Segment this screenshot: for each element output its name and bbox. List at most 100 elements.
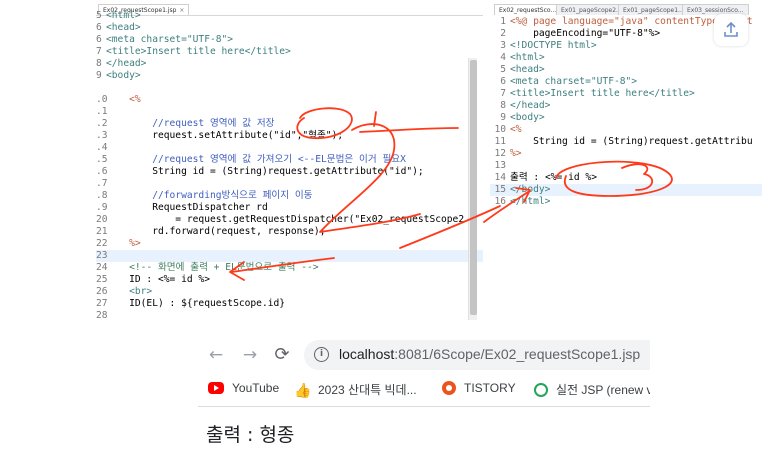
code-line[interactable]: 26 <br> [96,286,483,298]
code-line[interactable]: 8 </head> [96,58,483,70]
code-line[interactable]: 11 String id = (String)request.getAttrib… [490,136,762,148]
line-code: <html> [106,10,141,21]
code-line[interactable]: 28 [96,310,483,320]
line-number: 7 [96,46,102,57]
line-number: 3 [500,40,506,51]
code-line[interactable]: 21 rd.forward(request, response); [96,226,483,238]
forward-arrow-icon[interactable]: → [240,345,260,365]
line-number: .7 [96,178,108,189]
code-line[interactable]: 15 </body> [490,184,762,196]
code-line[interactable]: .0 <% [96,94,483,106]
code-line[interactable]: .8 //forwarding방식으로 페이지 이동 [96,190,483,202]
code-line[interactable]: 9 <body> [96,70,483,82]
line-code: <br> [106,286,153,297]
code-line[interactable]: 12 %> [490,148,762,160]
line-code: RequestDispatcher rd [106,202,268,213]
url-text[interactable]: localhost:8081/6Scope/Ex02_requestScope1… [339,346,640,362]
code-line[interactable]: 8 </head> [490,100,762,112]
line-number: 21 [96,226,108,237]
browser-window: ← → ⟳ i localhost:8081/6Scope/Ex02_reque… [198,330,650,450]
code-line[interactable]: .2 //request 영역에 값 저장 [96,118,483,130]
line-code: %> [510,148,522,159]
line-number: 9 [500,112,506,123]
line-number: .6 [96,166,108,177]
code-line[interactable]: 5 <html> [96,10,483,22]
code-line[interactable]: .3 request.setAttribute("id","형종"); [96,130,483,142]
left-code-lines: 5 <html> 6 <head> 6 <meta charset="UTF-8"> 7 <t… [96,10,483,320]
line-code: //request 영역에 값 저장 [106,118,275,129]
share-button[interactable] [714,14,748,46]
line-code: request.setAttribute("id","형종"); [106,130,344,141]
line-code: String id = (String)request.getAttribu [510,136,753,147]
bookmark-tistory[interactable]: TISTORY [442,381,516,395]
bookmark-label: YouTube [232,381,280,395]
code-line[interactable]: 13 [490,160,762,172]
site-info-icon[interactable]: i [314,347,329,362]
code-line[interactable]: 24 <!-- 화면에 출력 + EL문법으로 출력 --> [96,262,483,274]
code-line[interactable]: .7 [96,178,483,190]
line-number: .5 [96,154,108,165]
code-line[interactable]: 6 <meta charset="UTF-8"> [490,76,762,88]
line-number: 2 [500,28,506,39]
code-line[interactable]: 7 <title>Insert title here</title> [96,46,483,58]
code-line[interactable]: 22 %> [96,238,483,250]
line-number: .1 [96,106,108,117]
right-code-editor[interactable]: Ex02_requestSco... Ex01_pageScope2... Ex… [490,0,762,320]
line-code: </body> [510,184,551,195]
code-line[interactable]: 27 ID(EL) : ${requestScope.id} [96,298,483,310]
code-line[interactable]: 5 <head> [490,64,762,76]
code-line[interactable]: 20 = request.getRequestDispatcher("Ex02_… [96,214,483,226]
line-number: .2 [96,118,108,129]
code-line[interactable] [96,82,483,94]
line-code: rd.forward(request, response); [106,226,326,237]
left-editor-scrollbar[interactable] [468,58,477,320]
code-line[interactable]: 25 ID : <%= id %> [96,274,483,286]
bookmark-jsp[interactable]: 실전 JSP (renew ve [534,381,650,398]
line-code: //request 영역에 값 가져오기 <--EL문법은 이거 필요X [106,154,406,165]
code-line[interactable]: .5 //request 영역에 값 가져오기 <--EL문법은 이거 필요X [96,154,483,166]
youtube-icon [208,382,224,394]
line-number: 23 [96,250,108,261]
code-line[interactable]: .6 String id = (String)request.getAttrib… [96,166,483,178]
line-number: 20 [96,214,108,225]
line-code: </html> [510,196,551,207]
tab-right-0[interactable]: Ex02_requestSco... [494,4,562,15]
line-number: 4 [500,52,506,63]
url-host: localhost [339,346,395,362]
bookmark-bigdata[interactable]: 👍 2023 산대특 빅데... [294,381,417,398]
left-code-editor[interactable]: Ex02_requestScope1.jsp × 5 <html> 6 <head> 6 <… [96,0,483,320]
reload-icon[interactable]: ⟳ [272,345,292,365]
scrollbar-thumb[interactable] [470,60,477,315]
code-line[interactable]: 6 <head> [96,22,483,34]
toolbar-divider [198,406,650,407]
code-line[interactable]: 23 [96,250,483,262]
line-code: <head> [510,64,545,75]
code-line[interactable]: 7 <title>Insert title here</title> [490,88,762,100]
line-code: <title>Insert title here</title> [106,46,291,57]
code-line[interactable]: 16 </html> [490,196,762,208]
back-arrow-icon[interactable]: ← [206,345,226,365]
line-number: 5 [96,10,102,21]
tab-right-1[interactable]: Ex01_pageScope2... [556,4,627,15]
line-number: .9 [96,202,108,213]
line-code: //forwarding방식으로 페이지 이동 [106,190,313,201]
line-code: <meta charset="UTF-8"> [106,34,234,45]
code-line[interactable]: 14 출력 : <%= id %> [490,172,762,184]
line-number: 6 [96,34,102,45]
address-bar[interactable]: i localhost:8081/6Scope/Ex02_requestScop… [304,340,650,370]
bookmark-youtube[interactable]: YouTube [208,381,279,395]
code-line[interactable]: 6 <meta charset="UTF-8"> [96,34,483,46]
line-number: .4 [96,142,108,153]
tab-right-2[interactable]: Ex01_pageScope1... [618,4,689,15]
code-line[interactable]: .1 [96,106,483,118]
line-code: <body> [106,70,141,81]
code-line[interactable]: .9 RequestDispatcher rd [96,202,483,214]
line-number: 15 [494,184,506,195]
bookmark-label: TISTORY [464,381,516,395]
code-line[interactable]: .4 [96,142,483,154]
code-line[interactable]: 4 <html> [490,52,762,64]
line-number: 6 [500,76,506,87]
code-line[interactable]: 10 <% [490,124,762,136]
line-code: <body> [510,112,545,123]
code-line[interactable]: 9 <body> [490,112,762,124]
